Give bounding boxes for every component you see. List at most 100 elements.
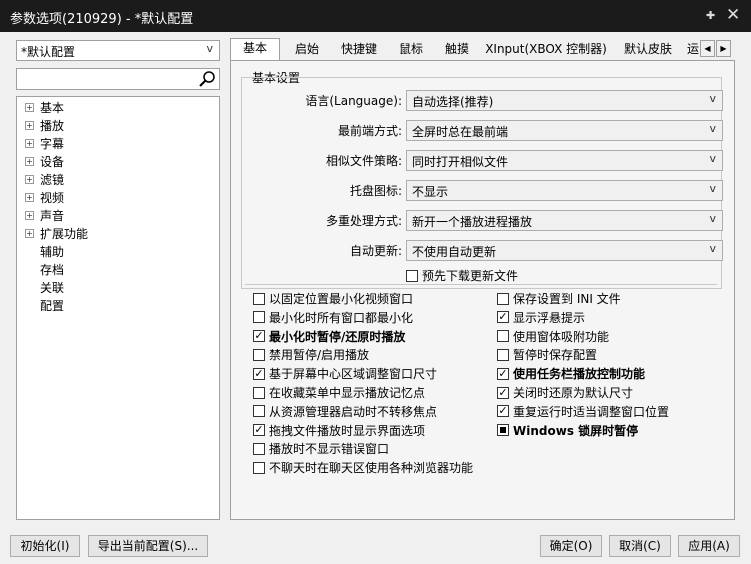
chevron-down-icon: v — [709, 182, 716, 195]
init-button[interactable]: 初始化(I) — [10, 535, 80, 557]
expand-icon[interactable]: + — [25, 121, 34, 130]
checkbox-label: 暂停时保存配置 — [513, 348, 598, 363]
tree-item[interactable]: 存档 — [25, 261, 64, 279]
pin-icon[interactable]: ✚ — [706, 9, 715, 22]
checkbox-box[interactable] — [253, 348, 265, 361]
option-checkbox[interactable]: 禁用暂停/启用播放 — [253, 347, 369, 363]
checkbox-box[interactable] — [253, 442, 265, 455]
tree-item[interactable]: + 设备 — [25, 153, 64, 171]
option-checkbox[interactable]: ✓ 显示浮悬提示 — [497, 310, 585, 326]
tree-item[interactable]: + 扩展功能 — [25, 225, 88, 243]
expand-icon[interactable]: + — [25, 175, 34, 184]
checkbox-label: 显示浮悬提示 — [513, 310, 586, 325]
dropdown-value: 不使用自动更新 — [412, 245, 497, 259]
ok-button[interactable]: 确定(O) — [540, 535, 602, 557]
option-checkbox[interactable]: ✓ 使用任务栏播放控制功能 — [497, 366, 645, 382]
option-checkbox[interactable]: 使用窗体吸附功能 — [497, 329, 609, 345]
checkbox-box[interactable] — [406, 269, 418, 282]
setting-dropdown[interactable]: 不使用自动更新 v — [406, 240, 723, 261]
tab-scroll-left-icon[interactable]: ◀ — [700, 40, 715, 57]
option-checkbox[interactable]: ✓ 拖拽文件播放时显示界面选项 — [253, 423, 425, 439]
tab-item[interactable]: 鼠标 — [390, 40, 432, 60]
setting-dropdown[interactable]: 全屏时总在最前端 v — [406, 120, 723, 141]
tab-item[interactable]: XInput(XBOX 控制器) — [482, 40, 610, 60]
checkbox-box[interactable] — [497, 330, 509, 343]
option-checkbox[interactable]: 最小化时所有窗口都最小化 — [253, 310, 413, 326]
tab-item[interactable]: 运 — [687, 40, 699, 60]
setting-dropdown[interactable]: 同时打开相似文件 v — [406, 150, 723, 171]
checkbox-box[interactable] — [497, 424, 509, 437]
apply-button[interactable]: 应用(A) — [678, 535, 740, 557]
expand-icon[interactable]: + — [25, 229, 34, 238]
settings-tree: + 基本 + 播放 + 字幕 + 设备 + 滤镜 + 视频 + 声音 + 扩展功能 辅助 存档 关联 配置 — [16, 96, 220, 520]
expand-icon[interactable]: + — [25, 139, 34, 148]
tab-item[interactable]: 触摸 — [436, 40, 478, 60]
tree-item[interactable]: 辅助 — [25, 243, 64, 261]
tree-item[interactable]: + 视频 — [25, 189, 64, 207]
search-input[interactable] — [16, 68, 220, 90]
tree-item-label: 视频 — [40, 191, 65, 205]
checkbox-label: 拖拽文件播放时显示界面选项 — [269, 423, 426, 438]
checkbox-box[interactable] — [253, 311, 265, 324]
option-checkbox[interactable]: 不聊天时在聊天区使用各种浏览器功能 — [253, 460, 473, 476]
checkbox-box[interactable] — [497, 348, 509, 361]
close-icon[interactable]: ✕ — [726, 5, 740, 25]
checkbox-label: 使用任务栏播放控制功能 — [513, 367, 646, 382]
tab-item[interactable]: 默认皮肤 — [615, 40, 681, 60]
option-checkbox[interactable]: 暂停时保存配置 — [497, 347, 597, 363]
option-checkbox[interactable]: ✓ 最小化时暂停/还原时播放 — [253, 329, 405, 345]
checkbox-box[interactable]: ✓ — [253, 367, 265, 380]
setting-dropdown[interactable]: 不显示 v — [406, 180, 723, 201]
checkbox-box[interactable] — [253, 405, 265, 418]
setting-label: 多重处理方式: — [325, 214, 402, 228]
tree-item[interactable]: + 字幕 — [25, 135, 64, 153]
cancel-button[interactable]: 取消(C) — [609, 535, 671, 557]
tree-item[interactable]: 配置 — [25, 297, 64, 315]
setting-label: 相似文件策略: — [325, 154, 402, 168]
option-checkbox[interactable]: 保存设置到 INI 文件 — [497, 291, 621, 307]
setting-label: 语言(Language): — [305, 94, 402, 108]
option-checkbox[interactable]: 以固定位置最小化视频窗口 — [253, 291, 413, 307]
tree-item[interactable]: + 滤镜 — [25, 171, 64, 189]
checkbox-box[interactable] — [253, 461, 265, 474]
setting-dropdown[interactable]: 新开一个播放进程播放 v — [406, 210, 723, 231]
tab-item[interactable]: 启始 — [286, 40, 328, 60]
checkbox-box[interactable]: ✓ — [497, 386, 509, 399]
checkbox-box[interactable]: ✓ — [253, 424, 265, 437]
tree-item[interactable]: 关联 — [25, 279, 64, 297]
checkbox-box[interactable]: ✓ — [497, 405, 509, 418]
window-title: 参数选项(210929) - *默认配置 — [10, 12, 194, 27]
expand-icon[interactable]: + — [25, 193, 34, 202]
export-config-button[interactable]: 导出当前配置(S)... — [88, 535, 208, 557]
checkbox-box[interactable] — [497, 292, 509, 305]
expand-icon[interactable]: + — [25, 211, 34, 220]
tree-item[interactable]: + 声音 — [25, 207, 64, 225]
checkbox-label: 以固定位置最小化视频窗口 — [269, 292, 414, 306]
option-checkbox[interactable]: 播放时不显示错误窗口 — [253, 441, 389, 457]
predownload-checkbox[interactable]: 预先下载更新文件 — [406, 268, 518, 284]
tab-item[interactable]: 基本 — [230, 38, 280, 61]
expand-icon[interactable]: + — [25, 103, 34, 112]
option-checkbox[interactable]: 从资源管理器启动时不转移焦点 — [253, 404, 437, 420]
tree-item[interactable]: + 播放 — [25, 117, 64, 135]
checkbox-box[interactable] — [253, 386, 265, 399]
checkbox-box[interactable]: ✓ — [497, 311, 509, 324]
option-checkbox[interactable]: ✓ 基于屏幕中心区域调整窗口尺寸 — [253, 366, 437, 382]
tree-item[interactable]: + 基本 — [25, 99, 64, 117]
search-icon[interactable] — [197, 69, 217, 89]
expand-icon[interactable]: + — [25, 157, 34, 166]
option-checkbox[interactable]: ✓ 重复运行时适当调整窗口位置 — [497, 404, 669, 420]
checkbox-box[interactable] — [253, 292, 265, 305]
option-checkbox[interactable]: 在收藏菜单中显示播放记忆点 — [253, 385, 425, 401]
tab-scroll-right-icon[interactable]: ▶ — [716, 40, 731, 57]
chevron-down-icon: v — [709, 242, 716, 255]
option-checkbox[interactable]: Windows 锁屏时暂停 — [497, 423, 638, 439]
checkbox-box[interactable]: ✓ — [497, 367, 509, 380]
preset-dropdown[interactable]: *默认配置 v — [16, 40, 220, 61]
setting-dropdown[interactable]: 自动选择(推荐) v — [406, 90, 723, 111]
option-checkbox[interactable]: ✓ 关闭时还原为默认尺寸 — [497, 385, 633, 401]
tab-item[interactable]: 快捷键 — [332, 40, 386, 60]
tree-item-label: 辅助 — [40, 245, 65, 259]
checkbox-box[interactable]: ✓ — [253, 330, 265, 343]
checkbox-label: 最小化时暂停/还原时播放 — [269, 329, 406, 344]
